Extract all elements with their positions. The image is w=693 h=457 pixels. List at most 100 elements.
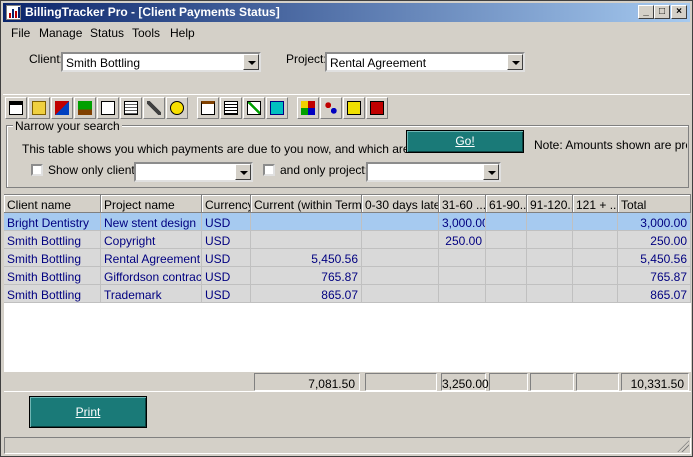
cell-current: 865.07 xyxy=(251,285,362,303)
cell-121-plus xyxy=(573,285,618,303)
show-only-client-label: Show only client: xyxy=(48,163,139,177)
col-61-90[interactable]: 61-90... xyxy=(486,195,527,213)
chevron-down-icon[interactable] xyxy=(483,164,499,180)
cell-total: 3,000.00 xyxy=(618,213,691,231)
grand-total: 10,331.50 xyxy=(621,373,689,391)
show-only-client-checkbox[interactable] xyxy=(31,164,43,176)
window-title: BillingTracker Pro - [Client Payments St… xyxy=(25,5,280,19)
close-button[interactable]: × xyxy=(671,5,687,19)
col-client-name[interactable]: Client name xyxy=(4,195,101,213)
cell-0-30 xyxy=(362,267,439,285)
document-icon[interactable] xyxy=(97,97,119,119)
cell-91-120 xyxy=(527,285,573,303)
tree-icon[interactable] xyxy=(74,97,96,119)
search-groupbox: Narrow your search xyxy=(6,119,689,188)
chevron-down-icon[interactable] xyxy=(235,164,251,180)
menu-file[interactable]: File xyxy=(11,26,30,40)
cell-31-60: 3,000.00 xyxy=(439,213,486,231)
print-button[interactable]: Print xyxy=(29,396,147,428)
network-icon[interactable] xyxy=(320,97,342,119)
table-row[interactable]: Bright Dentistry New stent design USD 3,… xyxy=(4,213,691,231)
menu-help[interactable]: Help xyxy=(170,26,195,40)
cell-currency: USD xyxy=(202,285,251,303)
status-bar xyxy=(4,437,691,454)
ledger-icon[interactable] xyxy=(120,97,142,119)
chevron-down-icon[interactable] xyxy=(243,54,259,70)
col-currency[interactable]: Currency xyxy=(202,195,251,213)
payments-table[interactable]: Client name Project name Currency Curren… xyxy=(4,194,691,372)
totals-row: 7,081.50 3,250.00 10,331.50 xyxy=(4,373,691,391)
checklist-icon[interactable] xyxy=(243,97,265,119)
app-window: BillingTracker Pro - [Client Payments St… xyxy=(0,0,693,457)
cell-project: Rental Agreement xyxy=(101,249,202,267)
clock-icon[interactable] xyxy=(166,97,188,119)
cell-61-90 xyxy=(486,285,527,303)
cell-current xyxy=(251,231,362,249)
cell-project: Copyright xyxy=(101,231,202,249)
col-total[interactable]: Total xyxy=(618,195,691,213)
client-filter-select[interactable] xyxy=(134,162,253,182)
col-0-30-late[interactable]: 0-30 days late xyxy=(362,195,439,213)
col-31-60[interactable]: 31-60 ... xyxy=(439,195,486,213)
cell-0-30 xyxy=(362,213,439,231)
table-row[interactable]: Smith Bottling Giffordson contract USD 7… xyxy=(4,267,691,285)
table-row[interactable]: Smith Bottling Trademark USD 865.07 865.… xyxy=(4,285,691,303)
cell-31-60 xyxy=(439,267,486,285)
title-bar[interactable]: BillingTracker Pro - [Client Payments St… xyxy=(3,3,690,22)
chart-icon[interactable] xyxy=(297,97,319,119)
cell-client: Smith Bottling xyxy=(4,231,101,249)
menu-tools[interactable]: Tools xyxy=(132,26,160,40)
cell-client: Bright Dentistry xyxy=(4,213,101,231)
help-icon[interactable] xyxy=(343,97,365,119)
cell-project: New stent design xyxy=(101,213,202,231)
and-only-project-checkbox[interactable] xyxy=(263,164,275,176)
cell-0-30 xyxy=(362,249,439,267)
chevron-down-icon[interactable] xyxy=(507,54,523,70)
cell-121-plus xyxy=(573,213,618,231)
table-row[interactable]: Smith Bottling Rental Agreement USD 5,45… xyxy=(4,249,691,267)
cell-total: 765.87 xyxy=(618,267,691,285)
cell-total: 5,450.56 xyxy=(618,249,691,267)
calendar-icon[interactable] xyxy=(5,97,27,119)
folder-icon[interactable] xyxy=(28,97,50,119)
project-select-value: Rental Agreement xyxy=(330,56,427,70)
cell-31-60 xyxy=(439,249,486,267)
total-121-plus xyxy=(576,373,619,391)
project-filter-select[interactable] xyxy=(366,162,501,182)
and-only-project-label: and only project: xyxy=(280,163,369,177)
minimize-button[interactable]: _ xyxy=(638,5,654,19)
cell-client: Smith Bottling xyxy=(4,267,101,285)
wrench-icon[interactable] xyxy=(143,97,165,119)
maximize-button[interactable]: □ xyxy=(654,5,670,19)
exit-icon[interactable] xyxy=(366,97,388,119)
go-button[interactable]: Go! xyxy=(406,130,524,153)
clipboard-icon[interactable] xyxy=(197,97,219,119)
cell-current: 5,450.56 xyxy=(251,249,362,267)
cell-current xyxy=(251,213,362,231)
cell-total: 250.00 xyxy=(618,231,691,249)
cell-current: 765.87 xyxy=(251,267,362,285)
col-121-plus[interactable]: 121 + ... xyxy=(573,195,618,213)
menu-bar: File Manage Status Tools Help xyxy=(3,23,690,42)
tools-icon[interactable] xyxy=(51,97,73,119)
col-current[interactable]: Current (within Terms) xyxy=(251,195,362,213)
col-91-120[interactable]: 91-120... xyxy=(527,195,573,213)
resize-grip-icon[interactable] xyxy=(677,440,689,452)
cell-91-120 xyxy=(527,231,573,249)
menu-manage[interactable]: Manage xyxy=(39,26,82,40)
book-icon[interactable] xyxy=(266,97,288,119)
cell-61-90 xyxy=(486,249,527,267)
cell-91-120 xyxy=(527,249,573,267)
project-label: Project: xyxy=(286,52,327,66)
menu-status[interactable]: Status xyxy=(90,26,124,40)
cell-0-30 xyxy=(362,231,439,249)
col-project-name[interactable]: Project name xyxy=(101,195,202,213)
table-row[interactable]: Smith Bottling Copyright USD 250.00 250.… xyxy=(4,231,691,249)
cell-currency: USD xyxy=(202,213,251,231)
total-0-30 xyxy=(365,373,437,391)
project-select[interactable]: Rental Agreement xyxy=(325,52,525,72)
table-header: Client name Project name Currency Curren… xyxy=(4,195,691,213)
client-select[interactable]: Smith Bottling xyxy=(61,52,261,72)
cell-31-60 xyxy=(439,285,486,303)
report-icon[interactable] xyxy=(220,97,242,119)
